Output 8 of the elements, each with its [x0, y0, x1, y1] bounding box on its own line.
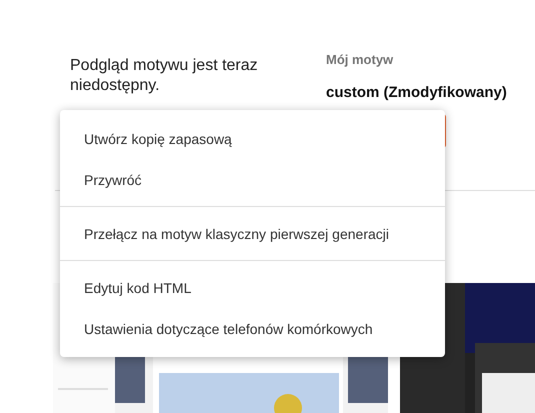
- my-theme-label: Mój motyw: [326, 52, 394, 67]
- theme-name: custom (Zmodyfikowany): [326, 84, 507, 101]
- menu-item[interactable]: Ustawienia dotyczące telefonów komórkowych: [60, 308, 445, 349]
- preview-unavailable-message: Podgląd motywu jest teraz niedostępny.: [70, 56, 259, 96]
- menu-item[interactable]: Edytuj kod HTML: [60, 267, 445, 308]
- menu-item[interactable]: Utwórz kopię zapasową: [60, 118, 445, 159]
- menu-item[interactable]: Przywróć: [60, 159, 445, 200]
- menu-item[interactable]: Przełącz na motyw klasyczny pierwszej generacji: [60, 213, 445, 254]
